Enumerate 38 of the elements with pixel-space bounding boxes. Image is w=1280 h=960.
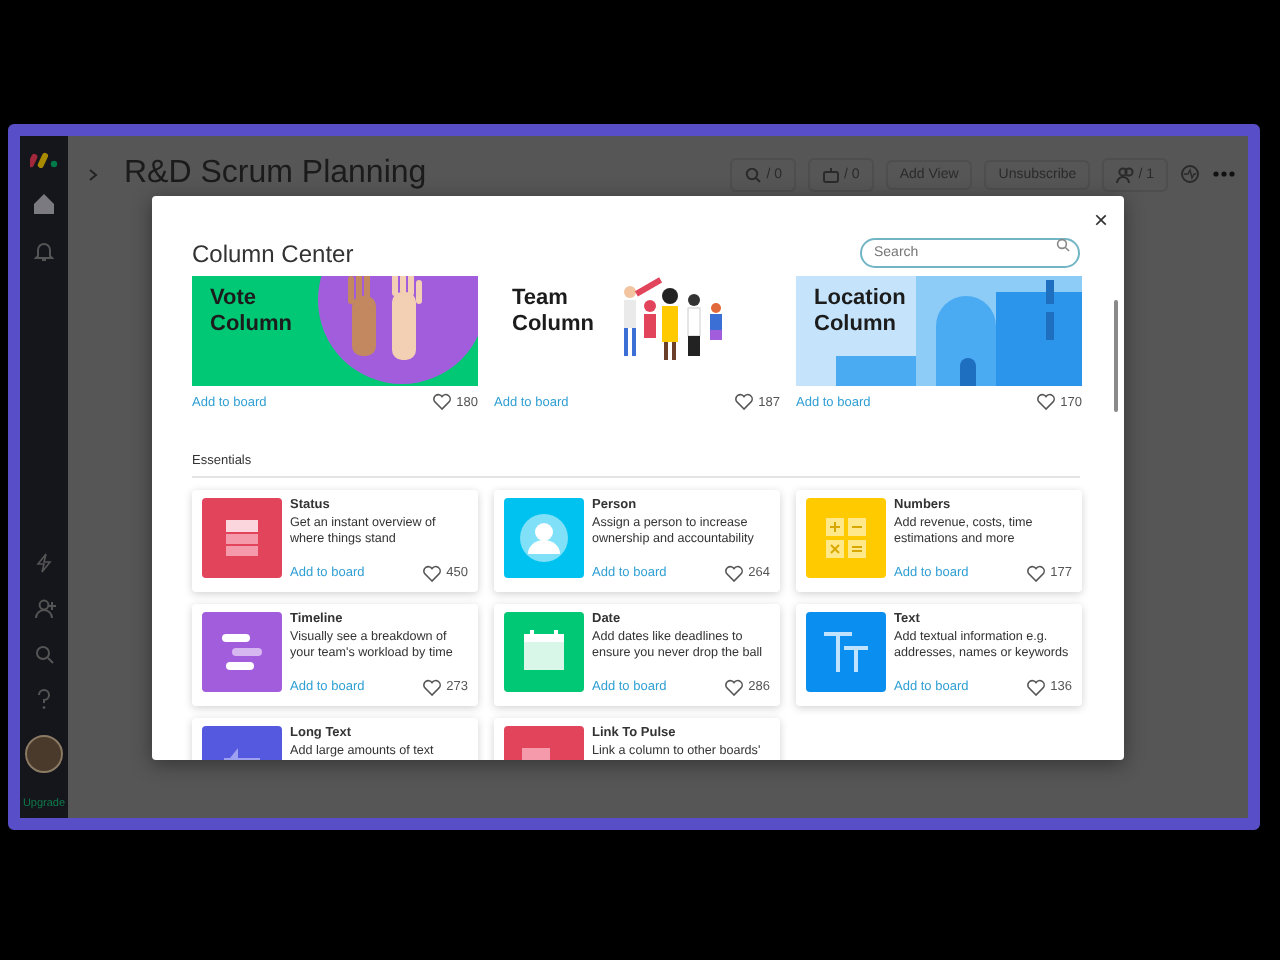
close-button[interactable]: ×	[1089, 206, 1112, 234]
heart-icon[interactable]	[422, 564, 443, 584]
logo-icon	[30, 148, 58, 168]
heart-icon[interactable]	[734, 392, 755, 412]
text-format-icon	[806, 612, 886, 692]
banner-title: Vote Column	[208, 284, 294, 338]
timeline-icon	[202, 612, 282, 692]
heart-icon[interactable]	[422, 678, 443, 698]
add-person-icon[interactable]	[33, 598, 55, 620]
banner-title: Location Column	[812, 284, 908, 338]
column-banner[interactable]: Location Column	[796, 276, 1082, 386]
heart-icon[interactable]	[1026, 678, 1047, 698]
scrollbar[interactable]	[1114, 300, 1118, 412]
people-icon	[1116, 165, 1135, 183]
heart-icon[interactable]	[432, 392, 453, 412]
status-icon	[202, 498, 282, 578]
heart-icon[interactable]	[1036, 392, 1057, 412]
heart-icon[interactable]	[724, 678, 745, 698]
calculator-icon	[806, 498, 886, 578]
lightning-icon[interactable]	[34, 552, 54, 574]
modal-title: Column Center	[192, 240, 354, 268]
search-icon	[1056, 238, 1070, 252]
person-icon	[504, 498, 584, 578]
calendar-icon	[504, 612, 584, 692]
home-icon[interactable]	[32, 192, 56, 216]
more-icon[interactable]	[1212, 170, 1236, 178]
board-title: R&D Scrum Planning	[124, 156, 429, 192]
avatar-icon[interactable]	[24, 734, 64, 774]
banner-title: Team Column	[510, 284, 596, 338]
search-icon	[744, 165, 763, 183]
column-banner[interactable]: Vote Column	[192, 276, 478, 386]
heart-icon[interactable]	[1026, 564, 1047, 584]
people-drawing	[620, 276, 726, 362]
heart-icon[interactable]	[724, 564, 745, 584]
robot-icon	[822, 165, 841, 183]
search-icon[interactable]	[34, 644, 54, 664]
bell-icon[interactable]	[34, 240, 54, 262]
help-icon[interactable]	[36, 688, 52, 710]
